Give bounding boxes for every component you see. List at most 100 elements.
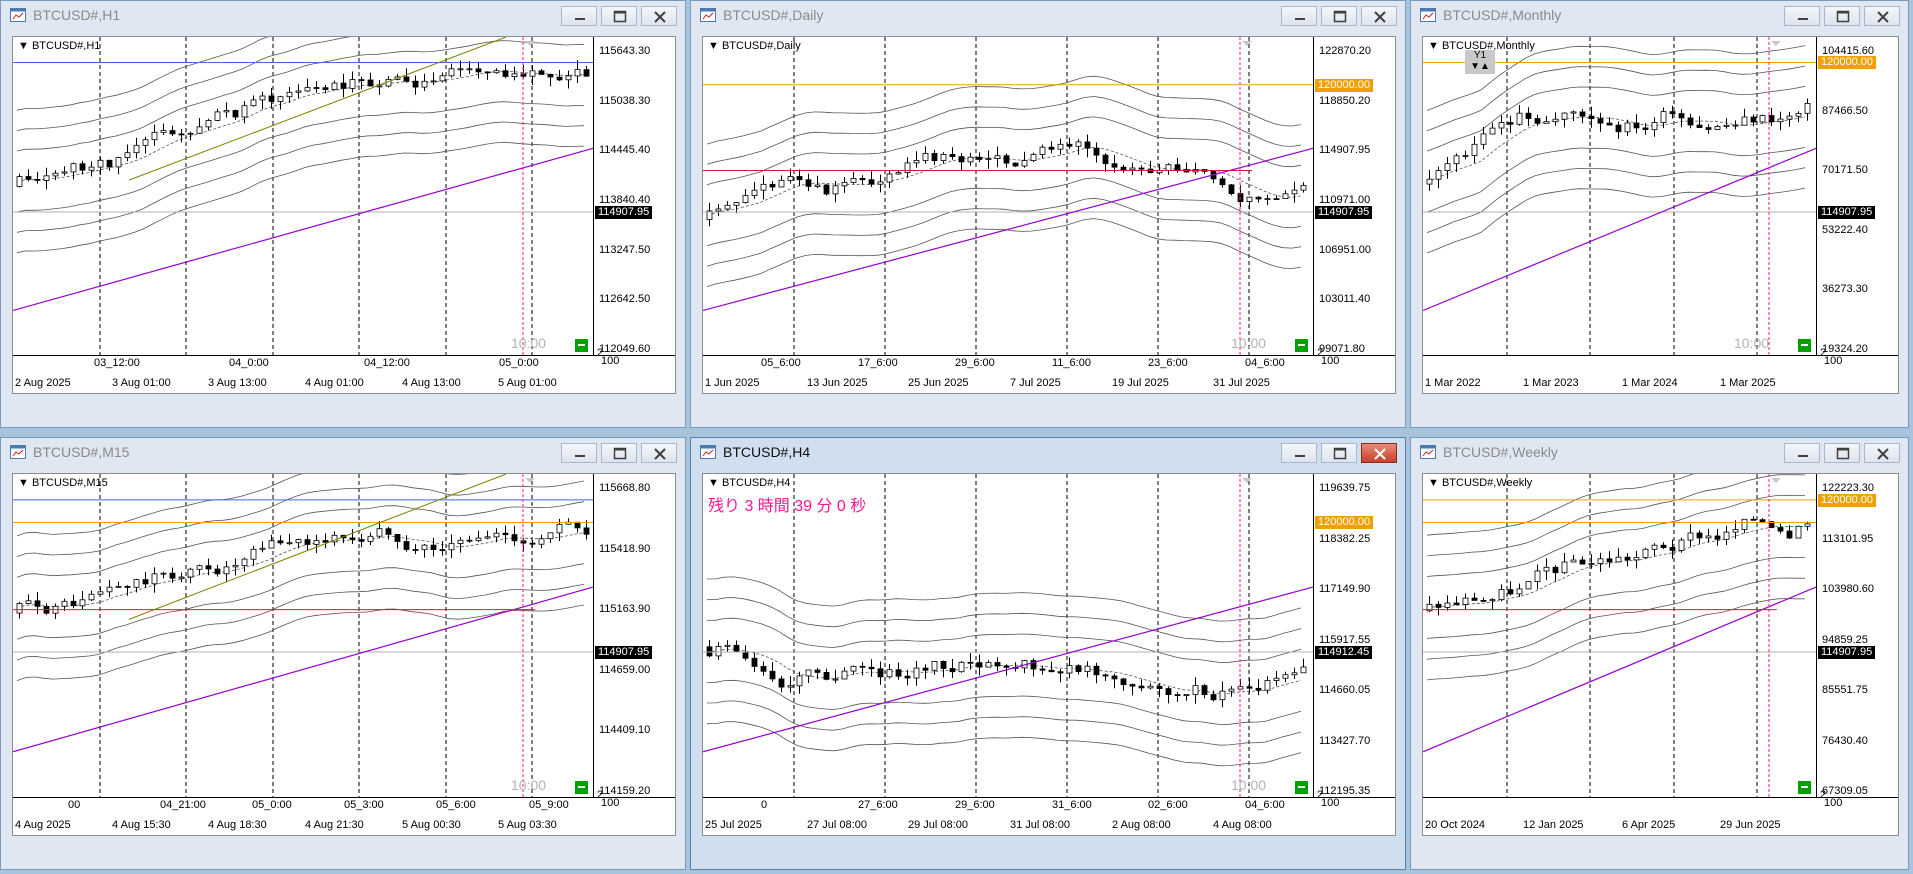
time-axis-label-top: 04_6:00 bbox=[1245, 799, 1285, 811]
chart-window-m15[interactable]: BTCUSD#,M15 ▼ BTCUSD#,M15 115668.80 115418.… bbox=[0, 437, 686, 870]
time-axis-label: 4 Aug 01:00 bbox=[305, 377, 364, 389]
symbol-text: BTCUSD#,Weekly bbox=[1441, 477, 1533, 489]
maximize-icon bbox=[1836, 10, 1850, 23]
close-button[interactable] bbox=[641, 6, 677, 26]
status-square-icon[interactable] bbox=[1295, 781, 1308, 794]
time-axis-label: 29 Jun 2025 bbox=[1720, 819, 1781, 831]
chart-canvas[interactable]: ▼ BTCUSD#,Weekly 122223.30 113101.95 103980… bbox=[1422, 473, 1899, 836]
time-axis-label-top: 23_6:00 bbox=[1148, 357, 1188, 369]
time-axis-label: 4 Aug 08:00 bbox=[1213, 819, 1272, 831]
price-axis-label: 115668.80 bbox=[599, 482, 651, 494]
close-button[interactable] bbox=[1361, 6, 1397, 26]
chart-window-h1[interactable]: BTCUSD#,H1 ▼ BTCUSD#,H1 115643.30 115038.30… bbox=[0, 0, 686, 428]
bar-timer: 10:00 bbox=[1231, 335, 1267, 351]
title-bar[interactable]: BTCUSD#,Daily bbox=[691, 1, 1405, 29]
time-axis-label-top: 05_0:00 bbox=[252, 799, 292, 811]
maximize-button[interactable] bbox=[601, 443, 637, 463]
status-square-icon[interactable] bbox=[575, 781, 588, 794]
price-axis-label: 87466.50 bbox=[1822, 105, 1868, 117]
time-axis-label: 13 Jun 2025 bbox=[807, 377, 868, 389]
price-axis-label: 115917.55 bbox=[1319, 634, 1371, 646]
time-axis-label: 27 Jul 08:00 bbox=[807, 819, 867, 831]
price-axis-label: 99071.80 bbox=[1319, 343, 1365, 355]
title-bar[interactable]: BTCUSD#,Monthly bbox=[1411, 1, 1908, 29]
current-price-box: 114907.95 bbox=[1818, 206, 1876, 219]
maximize-button[interactable] bbox=[601, 6, 637, 26]
status-square-icon[interactable] bbox=[1798, 781, 1811, 794]
price-axis-label: 122223.30 bbox=[1822, 482, 1874, 494]
title-bar[interactable]: BTCUSD#,H1 bbox=[1, 1, 685, 29]
time-axis-label-top: 04_21:00 bbox=[160, 799, 206, 811]
maximize-button[interactable] bbox=[1824, 443, 1860, 463]
chart-canvas[interactable]: ▼ BTCUSD#,H4 残り 3 時間 39 分 0 秒 119639.75 118… bbox=[702, 473, 1396, 836]
maximize-button[interactable] bbox=[1321, 443, 1357, 463]
time-axis-label-top: 05_6:00 bbox=[761, 357, 801, 369]
status-square-icon[interactable] bbox=[1295, 339, 1308, 352]
time-axis-label: 31 Jul 2025 bbox=[1213, 377, 1270, 389]
y1-badge-label: Y1 bbox=[1473, 50, 1487, 61]
time-axis-label-top: 29_6:00 bbox=[955, 799, 995, 811]
symbol-label[interactable]: ▼ BTCUSD#,Weekly bbox=[1428, 477, 1532, 489]
time-axis-label: 1 Mar 2024 bbox=[1622, 377, 1678, 389]
minimize-button[interactable] bbox=[1784, 6, 1820, 26]
chart-window-icon bbox=[700, 445, 716, 459]
close-button[interactable] bbox=[1361, 443, 1397, 463]
close-icon bbox=[654, 448, 666, 460]
time-axis-label: 4 Aug 18:30 bbox=[208, 819, 267, 831]
window-title: BTCUSD#,Daily bbox=[723, 7, 824, 23]
price-axis-label: 114445.40 bbox=[599, 144, 651, 156]
symbol-text: BTCUSD#,H4 bbox=[721, 477, 791, 489]
bar-timer: 10:00 bbox=[1231, 777, 1267, 793]
current-price-box: 114907.95 bbox=[595, 206, 653, 219]
maximize-button[interactable] bbox=[1321, 6, 1357, 26]
symbol-label[interactable]: ▼ BTCUSD#,Daily bbox=[708, 40, 801, 52]
minimize-button[interactable] bbox=[561, 6, 597, 26]
time-axis-label: 7 Jul 2025 bbox=[1010, 377, 1061, 389]
minimize-icon bbox=[1798, 455, 1808, 457]
minimize-button[interactable] bbox=[1281, 443, 1317, 463]
time-axis-label: 1 Mar 2025 bbox=[1720, 377, 1776, 389]
chart-canvas[interactable]: ▼ BTCUSD#,Daily 122870.20 118850.20 114907.… bbox=[702, 36, 1396, 394]
symbol-label[interactable]: ▼ BTCUSD#,H4 bbox=[708, 477, 790, 489]
window-title: BTCUSD#,M15 bbox=[33, 444, 130, 460]
arrow-down-up-icon: ▼▲ bbox=[1470, 61, 1490, 72]
price-axis-label: 103011.40 bbox=[1319, 293, 1371, 305]
chart-window-weekly[interactable]: BTCUSD#,Weekly ▼ BTCUSD#,Weekly 122223.30 1… bbox=[1410, 437, 1909, 870]
time-axis-label-top: 05_6:00 bbox=[436, 799, 476, 811]
minimize-button[interactable] bbox=[561, 443, 597, 463]
title-bar[interactable]: BTCUSD#,M15 bbox=[1, 438, 685, 466]
chart-window-monthly[interactable]: BTCUSD#,Monthly ▼ BTCUSD#,Monthly Y1 ▼▲ 1044… bbox=[1410, 0, 1909, 428]
chart-canvas[interactable]: ▼ BTCUSD#,H1 115643.30 115038.30 114445.40 1… bbox=[12, 36, 676, 394]
time-axis-label: 1 Mar 2022 bbox=[1425, 377, 1481, 389]
y1-badge[interactable]: Y1 ▼▲ bbox=[1465, 50, 1495, 74]
time-axis-label-top: 02_6:00 bbox=[1148, 799, 1188, 811]
status-square-icon[interactable] bbox=[1798, 339, 1811, 352]
maximize-button[interactable] bbox=[1824, 6, 1860, 26]
minimize-button[interactable] bbox=[1784, 443, 1820, 463]
time-axis-label: 4 Aug 2025 bbox=[15, 819, 71, 831]
symbol-label[interactable]: ▼ BTCUSD#,M15 bbox=[18, 477, 108, 489]
chart-window-h4[interactable]: BTCUSD#,H4 ▼ BTCUSD#,H4 残り 3 時間 39 分 0 秒 11… bbox=[690, 437, 1406, 870]
title-bar[interactable]: BTCUSD#,H4 bbox=[691, 438, 1405, 466]
status-square-icon[interactable] bbox=[575, 339, 588, 352]
close-button[interactable] bbox=[641, 443, 677, 463]
corner-label: 100 bbox=[1824, 355, 1843, 367]
minimize-button[interactable] bbox=[1281, 6, 1317, 26]
time-axis-label-top: 03_12:00 bbox=[94, 357, 140, 369]
level-price-box: 120000.00 bbox=[1818, 494, 1876, 507]
price-axis-label: 115643.30 bbox=[599, 45, 651, 57]
close-icon bbox=[1877, 11, 1889, 23]
close-icon bbox=[1374, 448, 1386, 460]
current-price-box: 114907.95 bbox=[595, 646, 653, 659]
time-axis-label: 4 Aug 21:30 bbox=[305, 819, 364, 831]
close-button[interactable] bbox=[1864, 6, 1900, 26]
symbol-label[interactable]: ▼ BTCUSD#,H1 bbox=[18, 40, 100, 52]
time-axis-label-top: 04_12:00 bbox=[364, 357, 410, 369]
time-axis-label-top: 17_6:00 bbox=[858, 357, 898, 369]
title-bar[interactable]: BTCUSD#,Weekly bbox=[1411, 438, 1908, 466]
close-button[interactable] bbox=[1864, 443, 1900, 463]
dropdown-triangle-icon: ▼ bbox=[18, 40, 32, 52]
chart-canvas[interactable]: ▼ BTCUSD#,M15 115668.80 115418.90 115163.90… bbox=[12, 473, 676, 836]
chart-canvas[interactable]: ▼ BTCUSD#,Monthly Y1 ▼▲ 104415.60 87466.50 70… bbox=[1422, 36, 1899, 394]
chart-window-daily[interactable]: BTCUSD#,Daily ▼ BTCUSD#,Daily 122870.20 118… bbox=[690, 0, 1406, 428]
